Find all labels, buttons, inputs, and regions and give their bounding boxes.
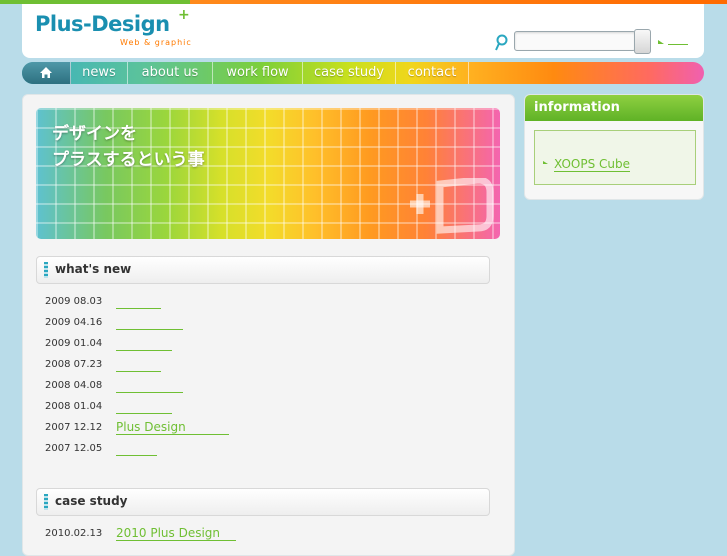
whats-new-header: what's new xyxy=(36,256,490,284)
logo-text: Plus-Design xyxy=(35,12,170,36)
home-icon xyxy=(40,67,52,78)
news-link[interactable]: Plus Design xyxy=(116,420,229,435)
hero-banner: デザインを プラスするという事 xyxy=(36,108,500,239)
news-date: 2008 04.08 xyxy=(45,380,103,391)
header: Plus-Design + Web & graphic xyxy=(22,4,704,58)
nav-about-us[interactable]: about us xyxy=(128,62,213,84)
nav-home[interactable] xyxy=(22,62,71,84)
information-panel: information XOOPS Cube xyxy=(524,94,704,200)
news-link[interactable] xyxy=(116,378,183,393)
news-date: 2008 07.23 xyxy=(45,359,103,370)
header-link[interactable] xyxy=(658,38,688,48)
news-date: 2009 04.16 xyxy=(45,317,103,328)
information-link[interactable]: XOOPS Cube xyxy=(554,157,630,172)
logo-plus: + xyxy=(178,7,190,23)
nav-work-flow[interactable]: work flow xyxy=(213,62,303,84)
hero-line-2: プラスするという事 xyxy=(52,150,205,170)
news-link[interactable] xyxy=(116,336,172,351)
news-date: 2007 12.12 xyxy=(45,422,103,433)
news-link[interactable] xyxy=(116,399,172,414)
nav-contact[interactable]: contact xyxy=(396,62,469,84)
news-link[interactable] xyxy=(116,294,161,309)
whats-new-title: what's new xyxy=(55,262,132,276)
case-study-title: case study xyxy=(55,494,128,508)
nav-case-study[interactable]: case study xyxy=(303,62,396,84)
search-icon xyxy=(495,34,508,51)
arrow-icon xyxy=(543,161,548,164)
news-date: 2009 01.04 xyxy=(45,338,103,349)
search-input[interactable] xyxy=(514,31,636,51)
logo-tagline: Web & graphic xyxy=(120,38,192,47)
news-link[interactable] xyxy=(116,357,161,372)
section-marker xyxy=(44,262,48,278)
news-date: 2007 12.05 xyxy=(45,443,103,454)
news-date: 2008 01.04 xyxy=(45,401,103,412)
case-study-date: 2010.02.13 xyxy=(45,528,103,539)
main-content: デザインを プラスするという事 what's new 2009 08.03 20… xyxy=(22,94,515,556)
plus-d-mark xyxy=(410,178,494,234)
case-study-link[interactable]: 2010 Plus Design xyxy=(116,526,236,541)
global-nav: news about us work flow case study conta… xyxy=(22,62,704,84)
news-link[interactable] xyxy=(116,441,157,456)
hero-line-1: デザインを xyxy=(52,124,137,144)
information-title: information xyxy=(525,95,703,121)
information-box: XOOPS Cube xyxy=(534,130,696,185)
header-link-underline xyxy=(668,44,688,45)
section-marker xyxy=(44,494,48,510)
arrow-icon xyxy=(658,40,664,44)
search-button[interactable] xyxy=(634,29,651,54)
news-link[interactable] xyxy=(116,315,183,330)
hero-text: デザインを プラスするという事 xyxy=(52,121,205,173)
nav-news[interactable]: news xyxy=(71,62,128,84)
news-date: 2009 08.03 xyxy=(45,296,103,307)
case-study-header: case study xyxy=(36,488,490,516)
